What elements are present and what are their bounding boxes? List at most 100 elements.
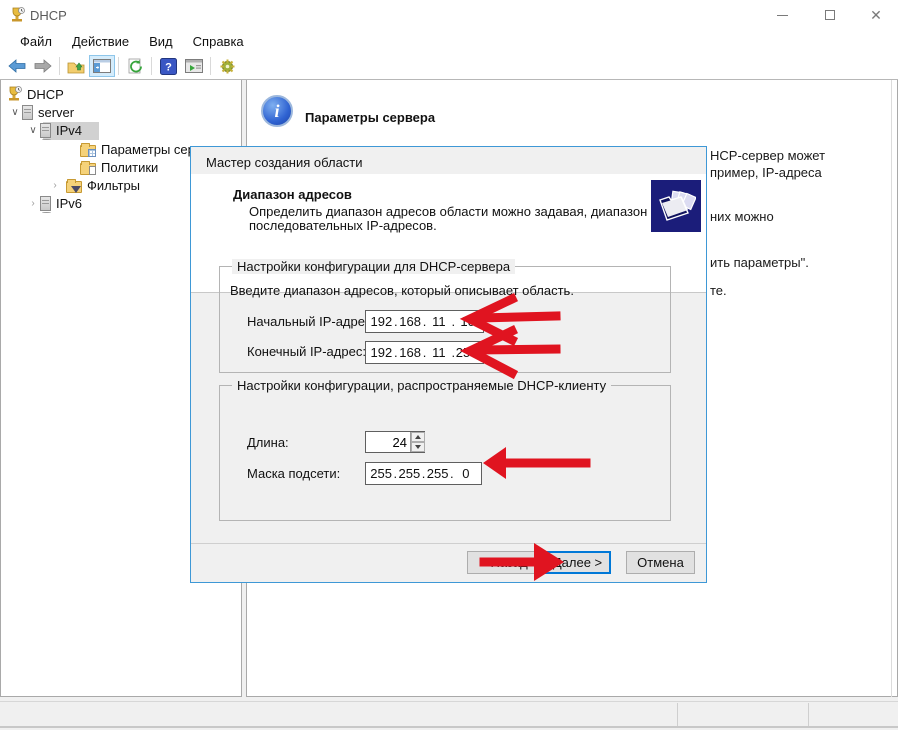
status-bar <box>0 701 898 728</box>
toolbar-separator <box>210 57 211 75</box>
chevron-down-icon[interactable]: ∨ <box>26 125 40 136</box>
end-ip-label: Конечный IP-адрес: <box>247 344 366 359</box>
toolbar-separator <box>151 57 152 75</box>
info-icon: i <box>261 95 293 127</box>
length-spinner[interactable]: 24 <box>365 431 425 453</box>
ip-octet: 10 <box>455 314 480 329</box>
window-title: DHCP <box>30 8 67 23</box>
chevron-down-icon[interactable]: ∨ <box>8 107 22 118</box>
ip-octet: 255 <box>426 466 450 481</box>
ip-octet: 168 <box>398 314 423 329</box>
end-ip-input[interactable]: 192.168.11.254 <box>365 341 484 364</box>
status-bar-divider <box>808 703 809 726</box>
background-text-fragment: пример, IP-адреса <box>710 165 822 180</box>
svg-text:?: ? <box>165 61 172 73</box>
background-text-fragment: те. <box>710 283 727 298</box>
background-text-fragment: ить параметры". <box>710 255 809 270</box>
next-wizard-button[interactable]: Далее > <box>544 551 611 574</box>
ip-octet: 255 <box>369 466 393 481</box>
tree-item-filters[interactable]: › Фильтры <box>48 176 140 194</box>
back-wizard-button[interactable]: < Назад <box>467 551 540 574</box>
dhcp-server-config-group: Настройки конфигурации для DHCP-сервера … <box>219 266 671 373</box>
scope-wizard-dialog: Мастер создания области Диапазон адресов… <box>190 146 707 583</box>
toolbar-separator <box>59 57 60 75</box>
tree-item-server[interactable]: ∨ server <box>8 103 74 121</box>
details-header: Параметры сервера <box>305 110 435 125</box>
wizard-description: последовательных IP-адресов. <box>249 218 437 233</box>
cancel-wizard-button[interactable]: Отмена <box>626 551 695 574</box>
spinner-buttons <box>410 432 424 452</box>
toolbar-separator <box>118 57 119 75</box>
ip-octet: 168 <box>398 345 423 360</box>
dhcp-trophy-icon <box>6 86 22 102</box>
close-icon: ✕ <box>870 8 882 22</box>
chevron-right-icon[interactable]: › <box>26 198 40 209</box>
tree-item-dhcp-root[interactable]: DHCP <box>6 85 64 103</box>
maximize-button[interactable] <box>810 6 850 24</box>
dialog-title[interactable]: Мастер создания области <box>206 155 363 170</box>
ip-octet: 192 <box>369 345 394 360</box>
button-separator <box>191 543 706 544</box>
forward-icon <box>34 59 52 73</box>
length-value: 24 <box>393 435 407 450</box>
minimize-icon <box>777 15 788 16</box>
text-caret <box>478 347 479 360</box>
ip-octet: 11 <box>427 345 452 360</box>
check-badge-icon: ✓ <box>42 139 51 140</box>
app-icon <box>9 7 25 23</box>
spinner-up-button[interactable] <box>411 432 425 442</box>
server-icon <box>22 105 33 120</box>
menu-help[interactable]: Справка <box>183 32 254 51</box>
group-legend: Настройки конфигурации, распространяемые… <box>232 378 611 393</box>
server-options-folder-icon <box>80 145 96 157</box>
back-button[interactable] <box>4 55 30 77</box>
menu-action[interactable]: Действие <box>62 32 139 51</box>
help-button[interactable]: ? <box>155 55 181 77</box>
console-tree-toggle-button[interactable] <box>89 55 115 77</box>
tree-item-ipv4[interactable]: ∨ ✓ IPv4 <box>26 121 82 139</box>
toolbar: ? <box>0 53 898 79</box>
chevron-right-icon[interactable]: › <box>48 180 62 191</box>
tree-item-label: server <box>38 105 74 120</box>
menu-bar: Файл Действие Вид Справка <box>0 30 898 53</box>
start-ip-input[interactable]: 192.168.11.10 <box>365 310 484 333</box>
refresh-button[interactable] <box>122 55 148 77</box>
title-bar[interactable]: DHCP ✕ <box>0 0 898 30</box>
minimize-button[interactable] <box>762 6 802 24</box>
forward-button[interactable] <box>30 55 56 77</box>
length-label: Длина: <box>247 435 289 450</box>
ip-octet: 11 <box>427 314 452 329</box>
tree-item-policies[interactable]: Политики <box>80 158 158 176</box>
ip-octet: 255 <box>397 466 421 481</box>
refresh-icon <box>127 58 143 74</box>
show-window-button[interactable] <box>181 55 207 77</box>
server-ipv4-icon: ✓ <box>40 123 51 138</box>
maximize-icon <box>825 10 835 20</box>
folder-up-button[interactable] <box>63 55 89 77</box>
background-text-fragment: HCP-сервер может <box>710 148 825 163</box>
background-text-fragment: них можно <box>710 209 774 224</box>
tree-item-ipv6[interactable]: › ✓ IPv6 <box>26 194 82 212</box>
back-icon <box>8 59 26 73</box>
actions-gear-button[interactable] <box>214 55 240 77</box>
wizard-heading: Диапазон адресов <box>233 187 352 202</box>
subnet-mask-input[interactable]: 255.255.255.0 <box>365 462 482 485</box>
close-button[interactable]: ✕ <box>856 6 896 24</box>
help-icon: ? <box>160 58 177 75</box>
wizard-description: Определить диапазон адресов области можн… <box>249 204 647 219</box>
dhcp-client-config-group: Настройки конфигурации, распространяемые… <box>219 385 671 521</box>
range-hint: Введите диапазон адресов, который описыв… <box>230 283 574 298</box>
menu-file[interactable]: Файл <box>10 32 62 51</box>
tree-item-label: Политики <box>101 160 158 175</box>
subnet-mask-label: Маска подсети: <box>247 466 340 481</box>
tree-item-label: IPv4 <box>56 123 82 138</box>
details-panel-edge <box>891 80 892 697</box>
spinner-down-button[interactable] <box>411 442 425 452</box>
filters-folder-icon <box>66 181 82 193</box>
wizard-folder-icon <box>651 180 701 232</box>
arrow-up-icon <box>415 435 421 439</box>
check-badge-icon: ✓ <box>42 212 51 213</box>
menu-view[interactable]: Вид <box>139 32 183 51</box>
gear-icon <box>219 58 236 75</box>
ip-octet: 0 <box>454 466 478 481</box>
